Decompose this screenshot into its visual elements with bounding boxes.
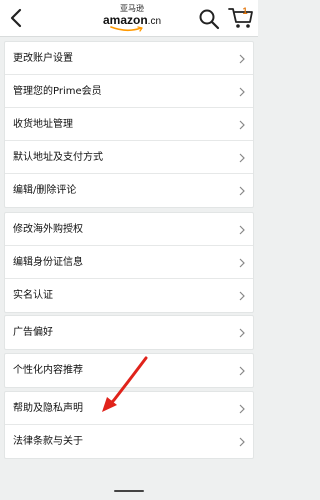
menu-item-label: 默认地址及支付方式 xyxy=(13,152,103,163)
chevron-right-icon xyxy=(239,186,245,196)
menu-item-overseas-authorization[interactable]: 修改海外购授权 xyxy=(5,213,253,246)
menu-item-default-address-payment[interactable]: 默认地址及支付方式 xyxy=(5,141,253,174)
cart-count-badge: 1 xyxy=(242,6,248,16)
home-indicator xyxy=(114,490,144,492)
top-bar: 亚马逊 amazon.cn 1 xyxy=(0,0,258,37)
chevron-right-icon xyxy=(239,225,245,235)
chevron-right-icon xyxy=(239,153,245,163)
menu-item-help-privacy[interactable]: 帮助及隐私声明 xyxy=(5,392,253,425)
chevron-right-icon xyxy=(239,328,245,338)
chevron-right-icon xyxy=(239,404,245,414)
menu-item-real-name-verification[interactable]: 实名认证 xyxy=(5,279,253,312)
search-icon[interactable] xyxy=(198,8,220,30)
menu-item-ad-preferences[interactable]: 广告偏好 xyxy=(5,316,253,349)
chevron-right-icon xyxy=(239,258,245,268)
chevron-right-icon xyxy=(239,120,245,130)
menu-item-label: 帮助及隐私声明 xyxy=(13,403,83,414)
chevron-right-icon xyxy=(239,291,245,301)
settings-group-identity: 修改海外购授权 编辑身份证信息 实名认证 xyxy=(4,212,254,313)
amazon-logo[interactable]: 亚马逊 amazon.cn xyxy=(102,4,162,34)
menu-item-label: 编辑/删除评论 xyxy=(13,185,77,196)
menu-item-label: 广告偏好 xyxy=(13,327,53,338)
settings-group-legal: 帮助及隐私声明 法律条款与关于 xyxy=(4,391,254,459)
chevron-right-icon xyxy=(239,87,245,97)
menu-item-label: 法律条款与关于 xyxy=(13,436,83,447)
chevron-right-icon xyxy=(239,366,245,376)
menu-item-prime-membership[interactable]: 管理您的Prime会员 xyxy=(5,75,253,108)
menu-item-edit-reviews[interactable]: 编辑/删除评论 xyxy=(5,174,253,207)
menu-item-id-card-info[interactable]: 编辑身份证信息 xyxy=(5,246,253,279)
menu-item-personalized-recommendations[interactable]: 个性化内容推荐 xyxy=(5,354,253,387)
menu-item-label: 更改账户设置 xyxy=(13,53,73,64)
menu-item-label: 实名认证 xyxy=(13,290,53,301)
menu-item-account-settings[interactable]: 更改账户设置 xyxy=(5,42,253,75)
menu-item-label: 收货地址管理 xyxy=(13,119,73,130)
settings-group-account: 更改账户设置 管理您的Prime会员 收货地址管理 默认地址及支付方式 编辑/删… xyxy=(4,41,254,208)
menu-item-label: 管理您的Prime会员 xyxy=(13,86,102,97)
settings-group-personalization: 个性化内容推荐 xyxy=(4,353,254,388)
menu-item-label: 修改海外购授权 xyxy=(13,224,83,235)
smile-icon xyxy=(110,26,143,32)
menu-item-shipping-address[interactable]: 收货地址管理 xyxy=(5,108,253,141)
chevron-right-icon xyxy=(239,437,245,447)
settings-group-ads: 广告偏好 xyxy=(4,315,254,350)
back-arrow-icon[interactable] xyxy=(7,7,27,29)
menu-item-label: 个性化内容推荐 xyxy=(13,365,83,376)
menu-item-label: 编辑身份证信息 xyxy=(13,257,83,268)
chevron-right-icon xyxy=(239,54,245,64)
menu-item-legal-terms-about[interactable]: 法律条款与关于 xyxy=(5,425,253,458)
